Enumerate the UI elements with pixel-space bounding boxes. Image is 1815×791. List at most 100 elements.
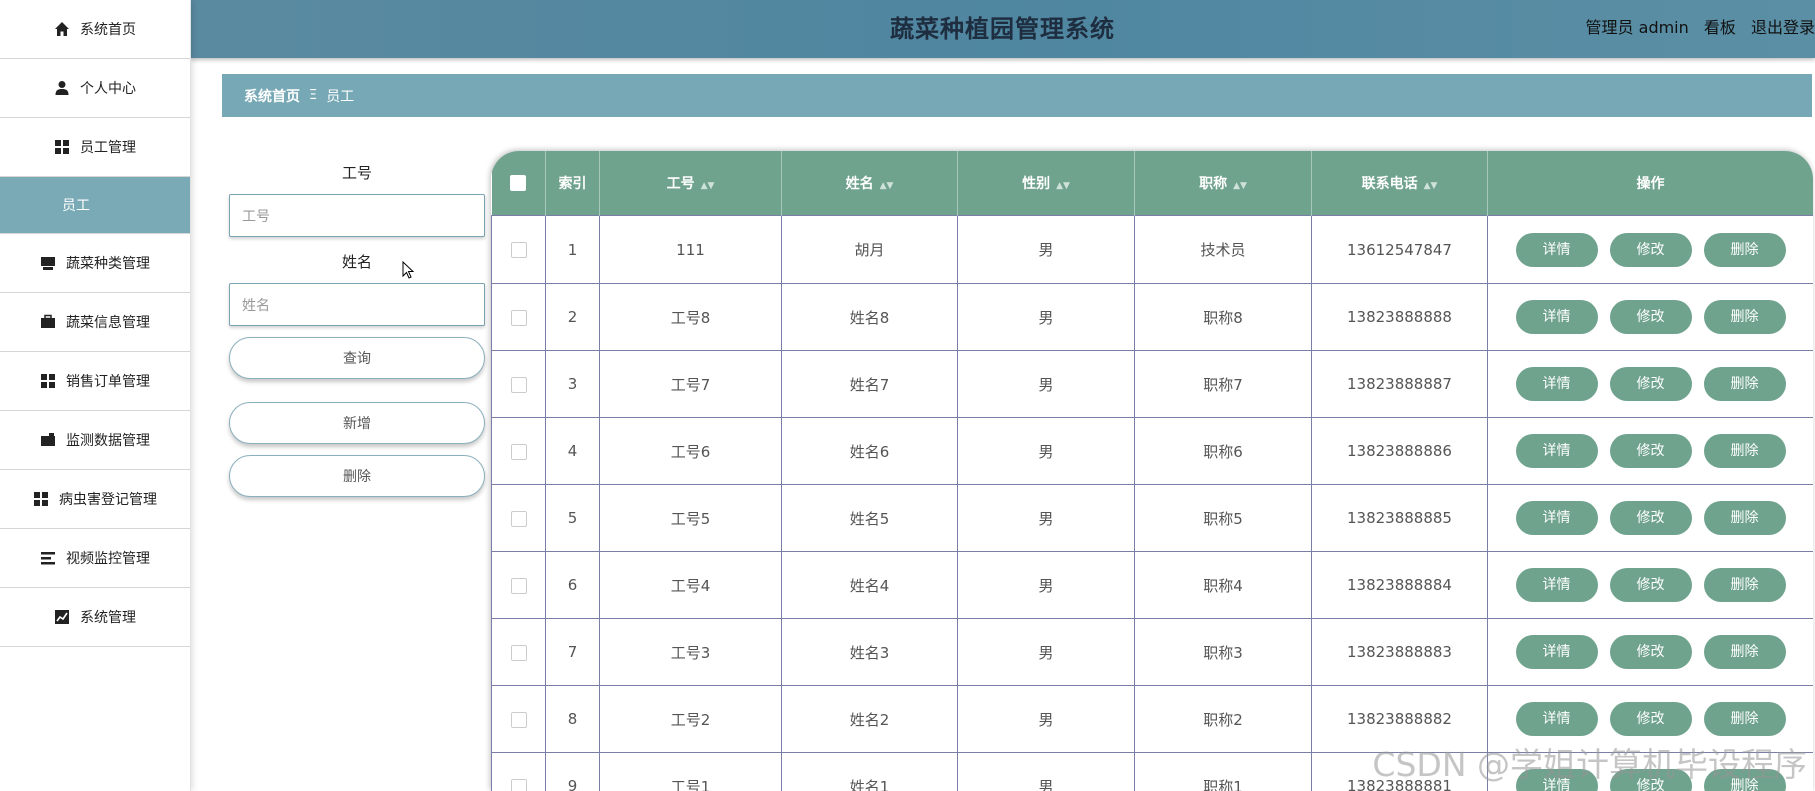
sidebar-item-system[interactable]: 系统管理 — [0, 588, 190, 647]
sort-icon[interactable]: ▲▼ — [1424, 181, 1438, 191]
sort-icon[interactable]: ▲▼ — [701, 181, 715, 191]
delete-button[interactable]: 删除 — [1703, 300, 1786, 334]
query-button[interactable]: 查询 — [229, 337, 485, 379]
row-checkbox[interactable] — [510, 577, 527, 594]
cell-gonghao: 工号5 — [599, 484, 782, 552]
col-header-index: 索引 — [545, 151, 600, 216]
row-checkbox[interactable] — [510, 644, 527, 661]
edit-button[interactable]: 修改 — [1609, 300, 1692, 334]
detail-button[interactable]: 详情 — [1515, 702, 1598, 736]
logout-link[interactable]: 退出登录 — [1751, 18, 1815, 37]
col-header-title[interactable]: 职称 ▲▼ — [1134, 151, 1312, 216]
sidebar-item-employee-mgmt[interactable]: 员工管理 — [0, 118, 190, 177]
sidebar-item-label: 蔬菜信息管理 — [66, 315, 150, 331]
col-header-gonghao[interactable]: 工号 ▲▼ — [599, 151, 782, 216]
delete-button[interactable]: 删除 — [1703, 232, 1786, 267]
row-checkbox[interactable] — [510, 376, 527, 393]
sidebar-item-pest-register[interactable]: 病虫害登记管理 — [0, 470, 190, 529]
detail-button[interactable]: 详情 — [1515, 769, 1598, 791]
breadcrumb: 系统首页 Ξ 员工 — [222, 74, 1812, 117]
row-select-cell[interactable] — [491, 417, 546, 485]
row-select-cell[interactable] — [491, 685, 546, 753]
cell-phone: 13823888888 — [1311, 283, 1488, 351]
cell-actions: 详情 修改 删除 — [1487, 685, 1813, 753]
sidebar-item-employee[interactable]: 员工 — [0, 177, 190, 234]
detail-button[interactable]: 详情 — [1515, 300, 1598, 334]
delete-button[interactable]: 删除 — [1703, 367, 1786, 401]
sidebar-item-sales-orders[interactable]: 销售订单管理 — [0, 352, 190, 411]
sort-icon[interactable]: ▲▼ — [1056, 181, 1070, 191]
edit-button[interactable]: 修改 — [1609, 635, 1692, 669]
cell-title: 职称7 — [1134, 350, 1312, 418]
grid-icon — [33, 491, 49, 507]
sidebar-item-home[interactable]: 系统首页 — [0, 0, 190, 59]
cell-title: 职称4 — [1134, 551, 1312, 619]
cell-phone: 13823888885 — [1311, 484, 1488, 552]
cell-name: 姓名2 — [781, 685, 958, 753]
cell-title: 职称2 — [1134, 685, 1312, 753]
delete-button[interactable]: 删除 — [1703, 434, 1786, 468]
sort-icon[interactable]: ▲▼ — [880, 181, 894, 191]
add-button[interactable]: 新增 — [229, 402, 485, 444]
row-checkbox[interactable] — [510, 510, 527, 527]
dashboard-link[interactable]: 看板 — [1704, 18, 1736, 37]
select-all-checkbox[interactable] — [510, 175, 527, 191]
cell-index: 3 — [545, 350, 600, 418]
row-select-cell[interactable] — [491, 484, 546, 552]
col-header-gender[interactable]: 性别 ▲▼ — [957, 151, 1135, 216]
row-select-cell[interactable] — [491, 752, 546, 791]
row-select-cell[interactable] — [491, 618, 546, 686]
edit-button[interactable]: 修改 — [1609, 367, 1692, 401]
col-header-name[interactable]: 姓名 ▲▼ — [781, 151, 958, 216]
col-header-phone[interactable]: 联系电话 ▲▼ — [1311, 151, 1488, 216]
employee-table: 索引 工号 ▲▼ 姓名 ▲▼ 性别 ▲▼ 职称 ▲▼ 联系电话 ▲▼ 操作 1 111 胡月男… — [491, 151, 1813, 791]
edit-button[interactable]: 修改 — [1609, 769, 1692, 791]
row-select-cell[interactable] — [491, 350, 546, 418]
cell-gender: 男 — [957, 551, 1135, 619]
table-row: 7 工号3 姓名3 男职称3 13823888883 详情 修改 删除 — [491, 618, 1813, 686]
xingming-input[interactable]: 姓名 — [229, 283, 485, 326]
gonghao-input[interactable]: 工号 — [229, 194, 485, 237]
row-select-cell[interactable] — [491, 551, 546, 619]
detail-button[interactable]: 详情 — [1515, 501, 1598, 535]
delete-button[interactable]: 删除 — [1703, 501, 1786, 535]
sidebar-item-veg-info[interactable]: 蔬菜信息管理 — [0, 293, 190, 352]
detail-button[interactable]: 详情 — [1515, 568, 1598, 602]
delete-button[interactable]: 删除 — [1703, 769, 1786, 791]
cell-title: 职称6 — [1134, 417, 1312, 485]
row-select-cell[interactable] — [491, 215, 546, 284]
sidebar-item-video-monitor[interactable]: 视频监控管理 — [0, 529, 190, 588]
delete-button[interactable]: 删除 — [1703, 635, 1786, 669]
sidebar-item-profile[interactable]: 个人中心 — [0, 59, 190, 118]
sidebar-item-veg-category[interactable]: 蔬菜种类管理 — [0, 234, 190, 293]
detail-button[interactable]: 详情 — [1515, 635, 1598, 669]
delete-button[interactable]: 删除 — [1703, 702, 1786, 736]
sidebar-item-label: 病虫害登记管理 — [59, 492, 157, 508]
row-checkbox[interactable] — [510, 443, 527, 460]
edit-button[interactable]: 修改 — [1609, 232, 1692, 267]
row-checkbox[interactable] — [510, 309, 527, 326]
breadcrumb-home[interactable]: 系统首页 — [244, 86, 300, 106]
detail-button[interactable]: 详情 — [1515, 367, 1598, 401]
detail-button[interactable]: 详情 — [1515, 232, 1598, 267]
cell-actions: 详情 修改 删除 — [1487, 551, 1813, 619]
edit-button[interactable]: 修改 — [1609, 501, 1692, 535]
delete-button[interactable]: 删除 — [1703, 568, 1786, 602]
sidebar-item-label: 员工管理 — [80, 140, 136, 156]
sidebar-item-monitor-data[interactable]: 监测数据管理 — [0, 411, 190, 470]
batch-delete-button[interactable]: 删除 — [229, 455, 485, 497]
row-checkbox[interactable] — [510, 242, 527, 258]
row-checkbox[interactable] — [510, 711, 527, 728]
home-icon — [54, 21, 70, 37]
edit-button[interactable]: 修改 — [1609, 434, 1692, 468]
cell-name: 姓名5 — [781, 484, 958, 552]
xingming-label: 姓名 — [341, 253, 372, 271]
row-select-cell[interactable] — [491, 283, 546, 351]
edit-button[interactable]: 修改 — [1609, 568, 1692, 602]
sort-icon[interactable]: ▲▼ — [1233, 181, 1247, 191]
edit-button[interactable]: 修改 — [1609, 702, 1692, 736]
detail-button[interactable]: 详情 — [1515, 434, 1598, 468]
table-row: 1 111 胡月男技术员 13612547847 详情 修改 删除 — [491, 215, 1813, 284]
row-checkbox[interactable] — [510, 778, 527, 791]
select-all-cell[interactable] — [491, 151, 546, 216]
